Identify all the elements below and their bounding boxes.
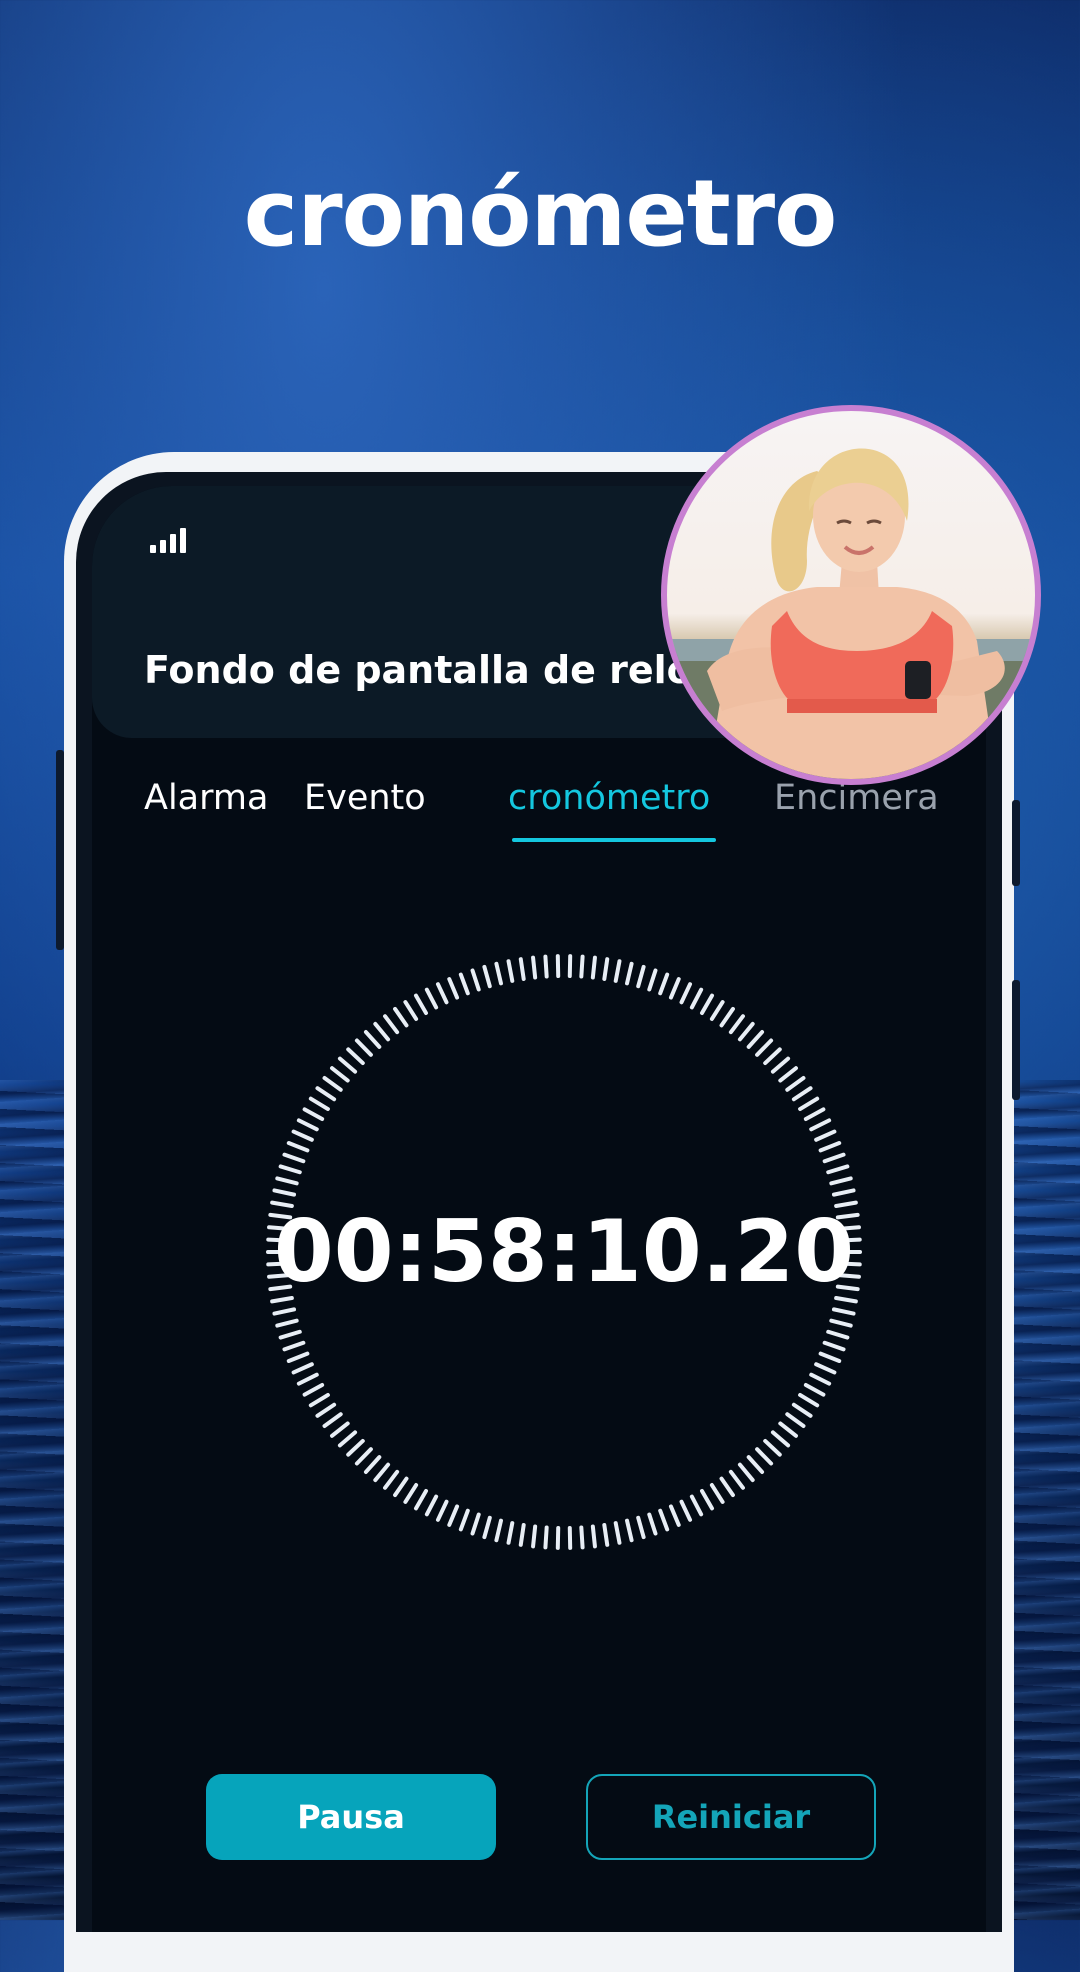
- tab-alarma[interactable]: Alarma: [144, 778, 268, 818]
- phone-volume-button: [1012, 980, 1020, 1100]
- phone-power-button: [1012, 800, 1020, 886]
- active-tab-indicator: [512, 838, 716, 842]
- pause-button[interactable]: Pausa: [206, 1774, 496, 1860]
- signal-bars-icon: [150, 528, 186, 553]
- tab-evento[interactable]: Evento: [304, 778, 426, 818]
- page-headline: cronómetro: [0, 160, 1080, 267]
- app-title: Fondo de pantalla de reloj d: [144, 648, 746, 692]
- woman-checking-smartwatch-photo: [661, 405, 1041, 785]
- tab-bar: Alarma Evento cronómetro Encimera: [92, 778, 986, 838]
- reset-button[interactable]: Reiniciar: [586, 1774, 876, 1860]
- woman-illustration: [667, 411, 1035, 779]
- tab-cronometro[interactable]: cronómetro: [508, 778, 710, 818]
- stopwatch-time: 00:58:10.20: [264, 952, 864, 1552]
- phone-side-button: [56, 750, 64, 950]
